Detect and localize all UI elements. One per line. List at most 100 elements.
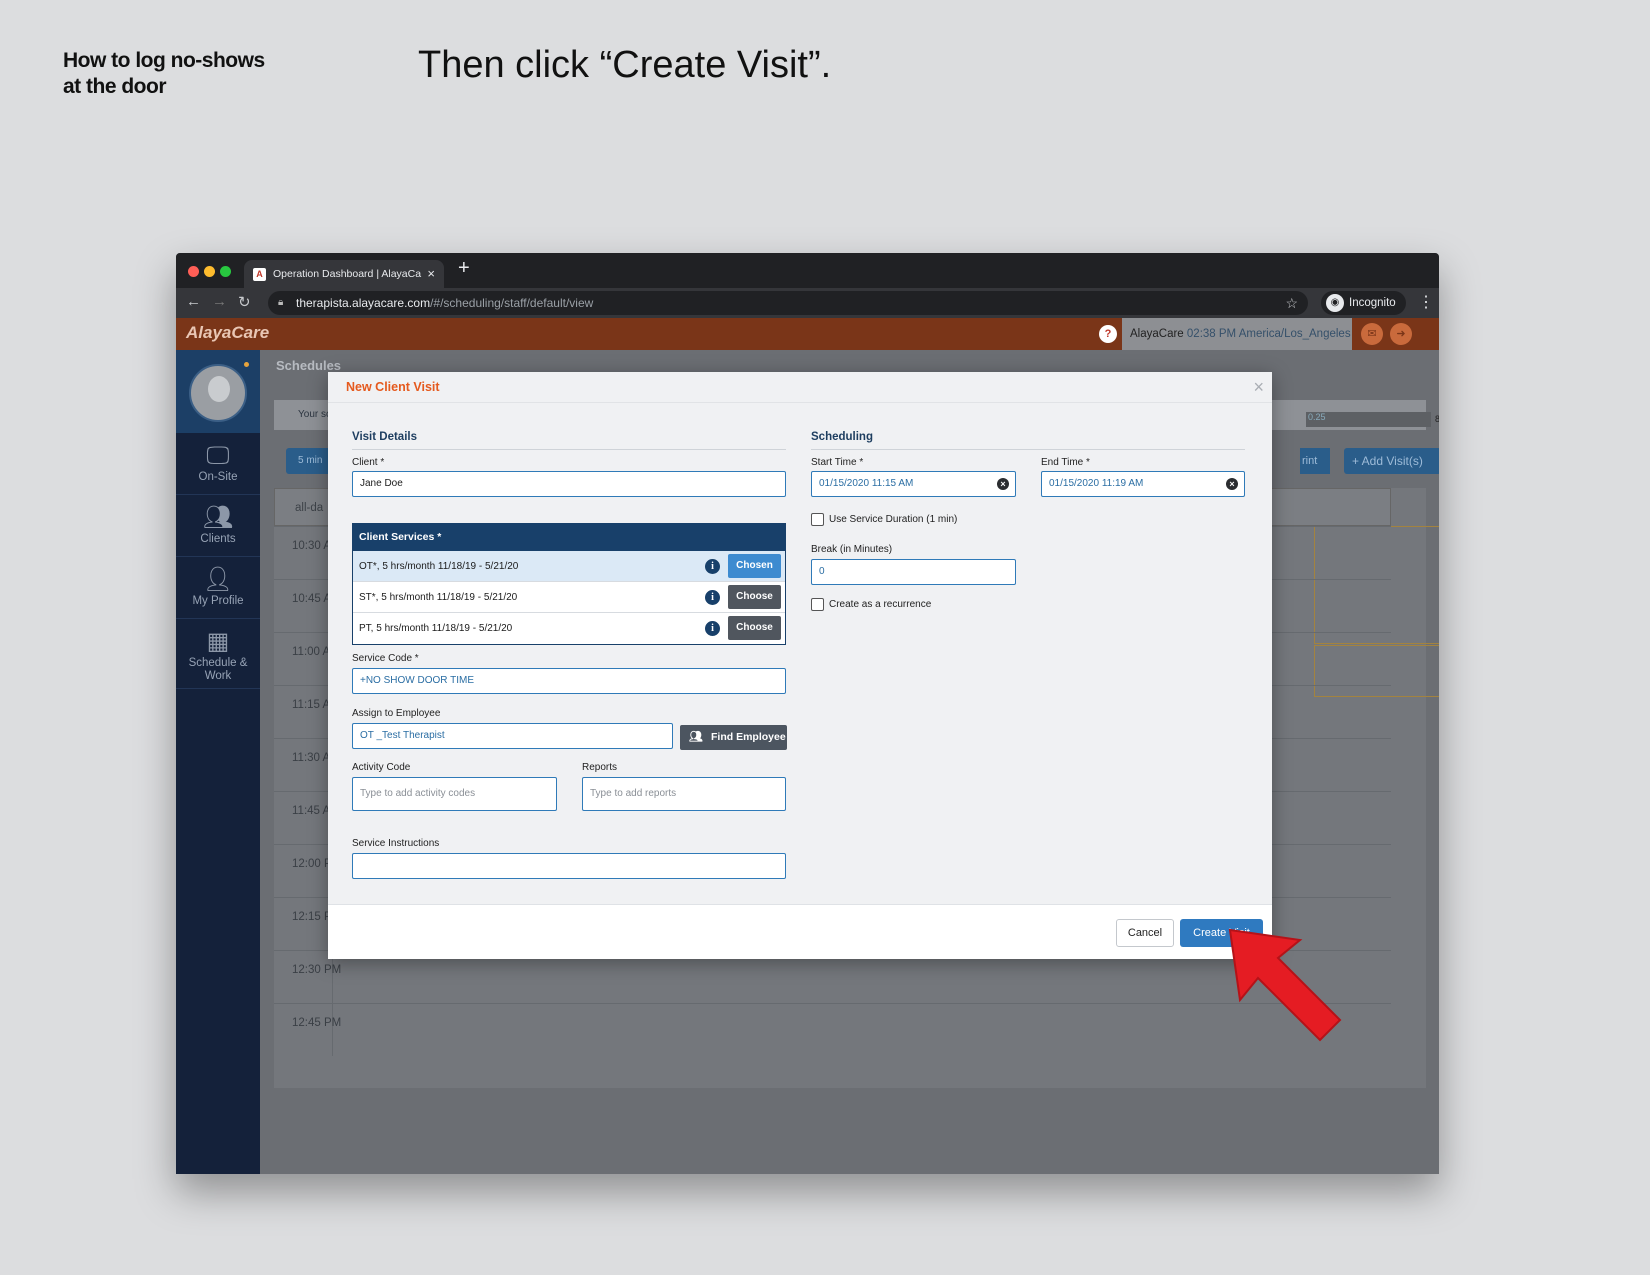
client-services-header: Client Services * — [353, 524, 785, 551]
reports-field[interactable]: Type to add reports — [582, 777, 786, 811]
minimize-window-dot[interactable] — [204, 266, 215, 277]
break-field[interactable]: 0 — [811, 559, 1016, 585]
help-icon[interactable]: ? — [1099, 325, 1117, 343]
forward-arrow-icon[interactable]: → — [212, 293, 227, 310]
visit-details-title: Visit Details — [352, 431, 417, 443]
time-row-line — [274, 1003, 1391, 1004]
hours-total: 8 — [1435, 414, 1439, 424]
end-time-label: End Time * — [1041, 457, 1090, 468]
users-icon: 👥︎ — [689, 731, 703, 743]
activity-code-field[interactable]: Type to add activity codes — [352, 777, 557, 811]
start-time-field[interactable]: 01/15/2020 11:15 AM × — [811, 471, 1016, 497]
clear-start-time-icon[interactable]: × — [997, 478, 1009, 490]
close-icon[interactable]: × — [1253, 377, 1264, 398]
find-employee-label: Find Employee — [711, 731, 786, 743]
chosen-button[interactable]: Chosen — [728, 554, 781, 578]
red-pointer-arrow-icon — [1228, 928, 1342, 1042]
guide-title-line-2: at the door — [63, 75, 166, 98]
service-instructions-field[interactable] — [352, 853, 786, 879]
reload-icon[interactable]: ↻ — [238, 293, 251, 311]
close-window-dot[interactable] — [188, 266, 199, 277]
service-label: OT*, 5 hrs/month 11/18/19 - 5/21/20 — [359, 561, 519, 572]
assign-employee-label: Assign to Employee — [352, 708, 441, 719]
start-time-value: 01/15/2020 11:15 AM — [819, 478, 914, 489]
hours-progress-bar: 0.25 — [1306, 412, 1431, 427]
bookmark-star-icon[interactable]: ☆ — [1285, 291, 1298, 315]
scheduling-title: Scheduling — [811, 431, 873, 443]
address-bar[interactable]: 🔒︎ therapista.alayacare.com/#/scheduling… — [268, 291, 1308, 315]
recurrence-checkbox[interactable] — [811, 598, 824, 611]
recurrence-row[interactable]: Create as a recurrence — [811, 598, 931, 612]
reports-label: Reports — [582, 762, 618, 773]
recurrence-label: Create as a recurrence — [829, 599, 932, 611]
sidebar-item-my-profile[interactable]: 👤︎ My Profile — [176, 557, 260, 619]
service-row[interactable]: PT, 5 hrs/month 11/18/19 - 5/21/20 i Cho… — [353, 613, 785, 644]
sidebar-profile[interactable] — [176, 350, 260, 433]
print-button[interactable]: rint — [1300, 448, 1330, 474]
break-label: Break (in Minutes) — [811, 544, 893, 555]
choose-button[interactable]: Choose — [728, 616, 781, 640]
browser-toolbar: ← → ↻ 🔒︎ therapista.alayacare.com/#/sche… — [176, 288, 1439, 318]
profile-icon: 👤︎ — [202, 566, 234, 593]
incognito-icon: ◉ — [1326, 294, 1344, 312]
info-icon[interactable]: i — [705, 621, 720, 636]
add-visits-button[interactable]: + Add Visit(s) — [1344, 448, 1439, 474]
divider — [811, 449, 1245, 450]
calendar-event[interactable] — [1314, 526, 1439, 644]
sidebar-item-on-site[interactable]: 🖵︎ On-Site — [176, 433, 260, 495]
alayacare-logo[interactable]: AlayaCare — [186, 323, 269, 343]
client-services-table: Client Services * OT*, 5 hrs/month 11/18… — [352, 523, 786, 645]
users-icon: 👥︎ — [202, 504, 234, 531]
use-service-duration-label: Use Service Duration (1 min) — [829, 514, 958, 526]
end-time-field[interactable]: 01/15/2020 11:19 AM × — [1041, 471, 1245, 497]
mail-icon[interactable]: ✉ — [1361, 323, 1383, 345]
activity-code-label: Activity Code — [352, 762, 411, 773]
browser-tab-bar: A Operation Dashboard | AlayaCa × + — [176, 253, 1439, 288]
back-arrow-icon[interactable]: ← — [186, 293, 201, 310]
use-service-duration-checkbox[interactable] — [811, 513, 824, 526]
monitor-icon: 🖵︎ — [206, 442, 230, 469]
sidebar-item-label: On-Site — [198, 471, 238, 483]
browser-tab[interactable]: A Operation Dashboard | AlayaCa × — [244, 260, 444, 288]
browser-menu-icon[interactable]: ⋮ — [1418, 292, 1434, 312]
header-user-info: AlayaCare 02:38 PM America/Los_Angeles — [1122, 318, 1352, 350]
service-row[interactable]: OT*, 5 hrs/month 11/18/19 - 5/21/20 i Ch… — [353, 551, 785, 582]
sidebar-item-clients[interactable]: 👥︎ Clients — [176, 495, 260, 557]
info-icon[interactable]: i — [705, 590, 720, 605]
time-label: 12:30 PM — [292, 964, 342, 976]
find-employee-button[interactable]: 👥︎ Find Employee — [680, 725, 787, 750]
service-row[interactable]: ST*, 5 hrs/month 11/18/19 - 5/21/20 i Ch… — [353, 582, 785, 613]
guide-instruction: Then click “Create Visit”. — [418, 44, 832, 86]
calendar-event[interactable] — [1314, 645, 1439, 697]
sidebar-item-label: My Profile — [192, 595, 244, 607]
alayacare-favicon-icon: A — [253, 268, 266, 281]
sidebar-item-label: Schedule & Work — [188, 657, 248, 682]
cancel-button[interactable]: Cancel — [1116, 919, 1174, 947]
service-label: ST*, 5 hrs/month 11/18/19 - 5/21/20 — [359, 592, 518, 603]
schedule-bar-text: Your sc — [298, 409, 331, 420]
header-org: AlayaCare — [1130, 328, 1184, 340]
employee-field[interactable]: OT _Test Therapist — [352, 723, 673, 749]
tab-title: Operation Dashboard | AlayaCa — [273, 268, 422, 280]
clear-end-time-icon[interactable]: × — [1226, 478, 1238, 490]
avatar[interactable] — [189, 364, 247, 422]
logout-icon[interactable]: ➜ — [1390, 323, 1412, 345]
client-field[interactable]: Jane Doe — [352, 471, 786, 497]
incognito-badge[interactable]: ◉ Incognito — [1321, 291, 1406, 315]
service-code-label: Service Code * — [352, 653, 419, 664]
zoom-window-dot[interactable] — [220, 266, 231, 277]
new-tab-icon[interactable]: + — [458, 257, 470, 280]
client-label: Client * — [352, 457, 385, 468]
service-code-field[interactable]: +NO SHOW DOOR TIME — [352, 668, 786, 694]
hours-progress-value: 0.25 — [1308, 412, 1326, 422]
sidebar-item-label: Clients — [200, 533, 236, 545]
header-timezone: America/Los_Angeles — [1238, 328, 1351, 340]
sidebar-item-schedule-work[interactable]: ▦ Schedule & Work — [176, 619, 260, 689]
choose-button[interactable]: Choose — [728, 585, 781, 609]
url-path: /#/scheduling/staff/default/view — [430, 296, 594, 310]
url-host: therapista.alayacare.com — [296, 296, 431, 310]
info-icon[interactable]: i — [705, 559, 720, 574]
guide-title: How to log no-shows at the door — [63, 48, 265, 100]
tab-close-icon[interactable]: × — [427, 260, 435, 288]
use-service-duration-row[interactable]: Use Service Duration (1 min) — [811, 513, 957, 527]
